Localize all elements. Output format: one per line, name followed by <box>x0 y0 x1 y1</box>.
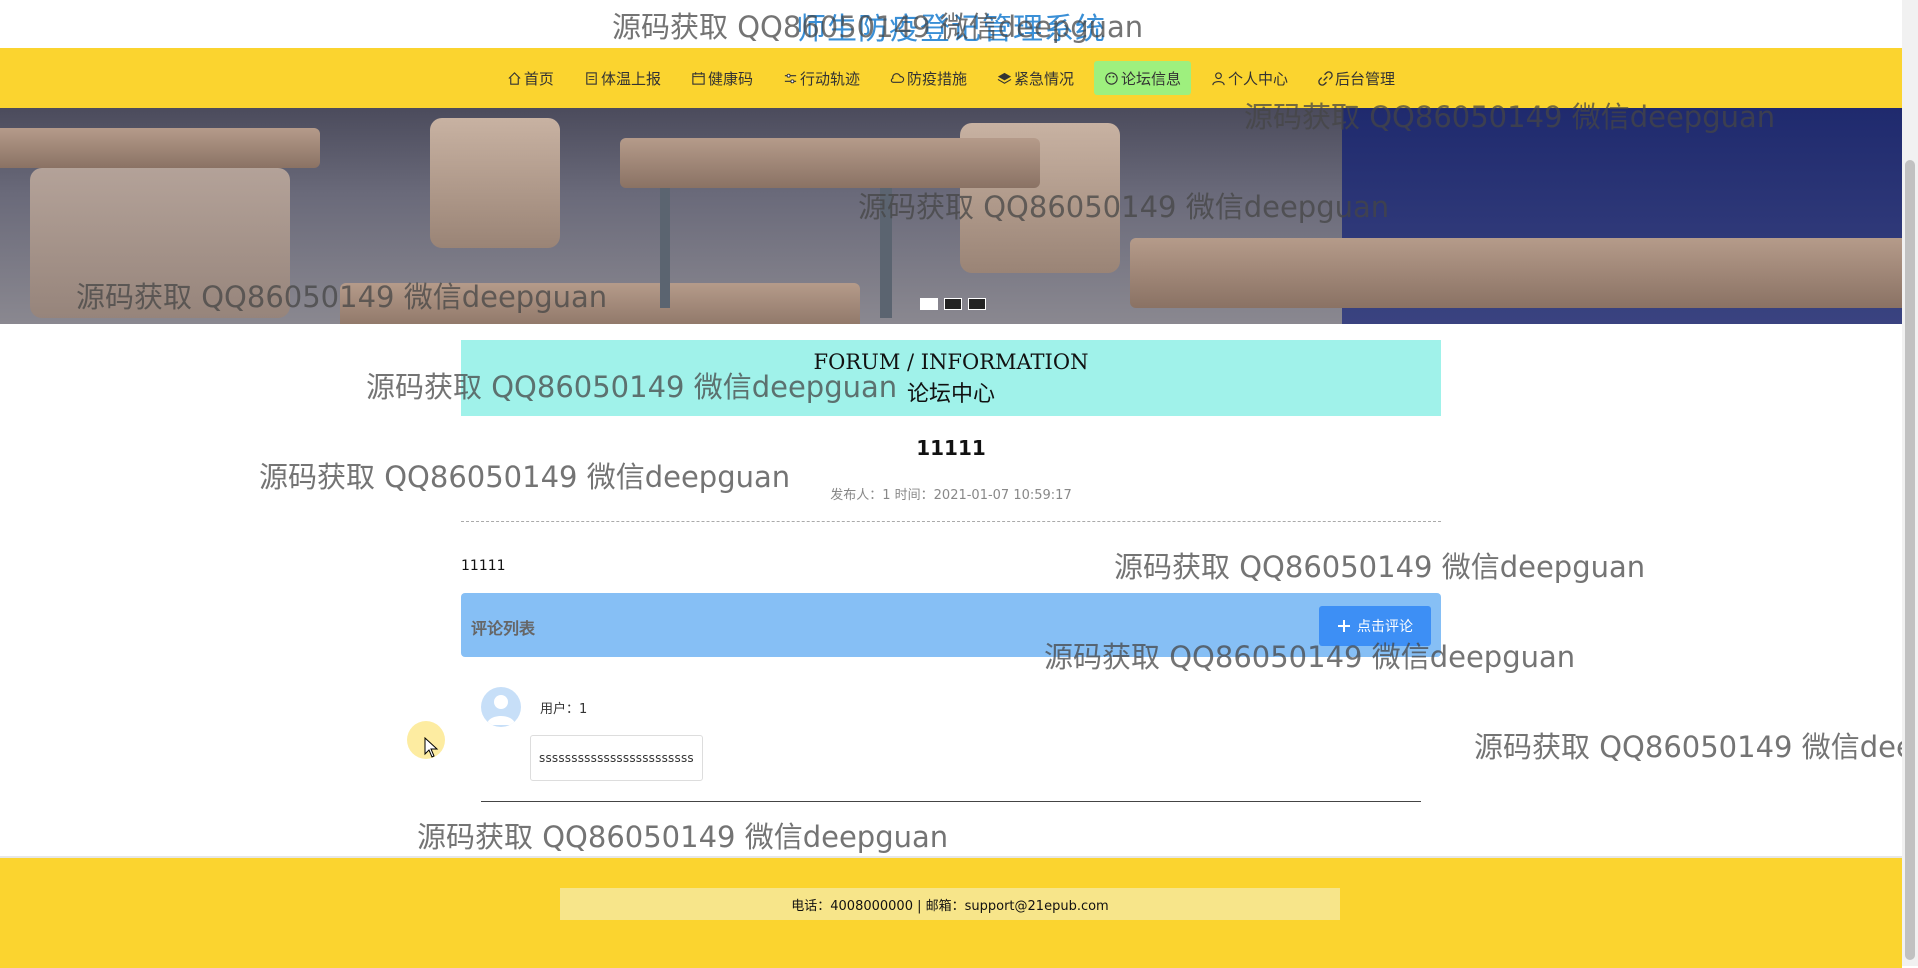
post-meta: 发布人：1 时间：2021-01-07 10:59:17 <box>830 488 1072 503</box>
nav-item-health-code[interactable]: 健康码 <box>681 61 763 95</box>
nav-item-temperature[interactable]: 体温上报 <box>574 61 671 95</box>
page-scrollbar[interactable] <box>1902 0 1918 966</box>
nav-item-measures[interactable]: 防疫措施 <box>880 61 977 95</box>
nav-item-label: 健康码 <box>707 69 753 88</box>
comments-header: 评论列表 点击评论 <box>461 593 1441 657</box>
watermark: 源码获取 QQ86050149 微信deepguan <box>1474 730 1902 764</box>
top-header: 师生防疫登记管理系统 <box>0 0 1902 48</box>
banner-chair <box>30 168 290 318</box>
watermark: 源码获取 QQ86050149 微信deepguan <box>1114 550 1646 584</box>
banner-desk <box>0 128 320 168</box>
carousel-indicators <box>920 298 986 310</box>
link-icon <box>1318 70 1333 86</box>
site-title: 师生防疫登记管理系统 <box>796 12 1106 47</box>
carousel-dot[interactable] <box>920 298 938 310</box>
comments-title: 评论列表 <box>471 619 536 638</box>
section-title-cn: 论坛中心 <box>906 382 995 407</box>
divider <box>461 521 1441 522</box>
banner-carousel[interactable] <box>0 108 1902 324</box>
nav-item-home[interactable]: 首页 <box>497 61 564 95</box>
clipboard-icon <box>586 71 597 85</box>
user-avatar-icon <box>487 695 515 725</box>
main-nav: 首页 体温上报 健康码 行动轨迹 防疫措施 紧急情况 论坛信息 个人中心 后台管… <box>0 48 1902 108</box>
sliders-icon <box>784 73 797 83</box>
comment-content: ssssssssssssssssssssssss <box>530 735 703 781</box>
banner-desk <box>340 283 860 324</box>
comment-divider <box>481 801 1421 802</box>
nav-item-admin[interactable]: 后台管理 <box>1308 61 1405 95</box>
post-title: 11111 <box>916 436 986 460</box>
nav-item-label: 首页 <box>523 69 554 88</box>
mouse-cursor-icon <box>424 737 439 758</box>
nav-item-emergency[interactable]: 紧急情况 <box>987 61 1084 95</box>
layers-icon <box>997 72 1012 84</box>
nav-item-label: 论坛信息 <box>1121 69 1182 88</box>
post-body: 11111 <box>461 558 506 574</box>
nav-item-label: 体温上报 <box>600 69 661 88</box>
comment-user: 用户：1 <box>540 702 588 717</box>
footer-contact: 电话：4008000000 | 邮箱：support@21epub.com <box>560 888 1340 920</box>
banner-desk-leg <box>660 188 670 308</box>
home-icon <box>508 71 521 85</box>
add-comment-label: 点击评论 <box>1357 619 1413 635</box>
nav-item-label: 行动轨迹 <box>799 69 860 88</box>
nav-item-profile[interactable]: 个人中心 <box>1201 61 1298 95</box>
carousel-dot[interactable] <box>968 298 986 310</box>
section-header: FORUM / INFORMATION 论坛中心 <box>461 340 1441 416</box>
footer: 电话：4008000000 | 邮箱：support@21epub.com <box>0 856 1902 968</box>
avatar <box>481 687 521 727</box>
cloud-icon <box>890 72 905 83</box>
nav-item-label: 个人中心 <box>1228 69 1289 88</box>
user-icon <box>1212 71 1225 85</box>
nav-item-label: 防疫措施 <box>906 69 967 88</box>
scrollbar-thumb[interactable] <box>1905 160 1915 960</box>
add-comment-button[interactable]: 点击评论 <box>1319 606 1431 646</box>
calendar-icon <box>692 71 705 85</box>
palette-icon <box>1105 71 1118 85</box>
banner-chair <box>430 118 560 248</box>
banner-desk-leg <box>880 188 892 318</box>
plus-icon <box>1338 620 1350 632</box>
nav-item-forum[interactable]: 论坛信息 <box>1094 61 1192 95</box>
banner-desk <box>1130 238 1902 308</box>
nav-item-label: 后台管理 <box>1335 69 1396 88</box>
nav-item-label: 紧急情况 <box>1014 69 1075 88</box>
nav-item-trajectory[interactable]: 行动轨迹 <box>773 61 870 95</box>
watermark: 源码获取 QQ86050149 微信deepguan <box>417 820 949 854</box>
section-title-en: FORUM / INFORMATION <box>813 350 1089 374</box>
carousel-dot[interactable] <box>944 298 962 310</box>
banner-desk <box>620 138 1040 188</box>
